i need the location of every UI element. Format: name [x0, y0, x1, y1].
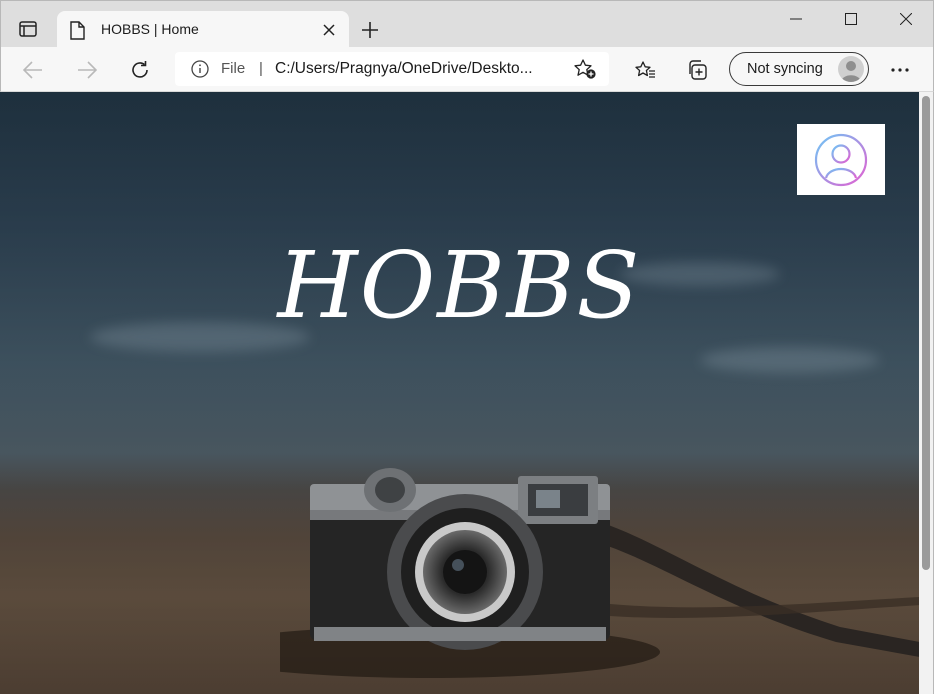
browser-toolbar: File | C:/Users/Pragnya/OneDrive/Deskto.… — [0, 47, 934, 92]
more-icon[interactable] — [885, 55, 915, 85]
address-bar[interactable]: File | C:/Users/Pragnya/OneDrive/Deskto.… — [175, 52, 609, 86]
profile-button[interactable] — [797, 124, 885, 195]
camera-photo — [280, 468, 919, 678]
sync-label: Not syncing — [747, 61, 823, 77]
plus-icon[interactable] — [357, 17, 383, 43]
page-scrollbar[interactable] — [919, 92, 934, 694]
add-favorite-icon[interactable] — [573, 58, 597, 84]
tab-title: HOBBS | Home — [101, 21, 199, 37]
info-icon[interactable] — [191, 60, 209, 82]
sync-status-button[interactable]: Not syncing — [729, 52, 869, 86]
maximize-icon[interactable] — [828, 5, 874, 33]
address-separator: | — [259, 60, 263, 77]
close-icon[interactable] — [319, 20, 339, 40]
address-scheme-label: File — [221, 60, 246, 77]
favorites-icon[interactable] — [630, 55, 660, 85]
background-cloud — [700, 347, 880, 373]
tab-actions-icon[interactable] — [15, 16, 41, 42]
minimize-icon[interactable] — [773, 5, 819, 33]
scrollbar-thumb[interactable] — [922, 96, 930, 570]
reload-icon[interactable] — [125, 55, 155, 85]
browser-titlebar: HOBBS | Home — [0, 0, 934, 49]
collections-icon[interactable] — [682, 55, 712, 85]
hero-section: HOBBS — [0, 92, 919, 694]
tab-hobbs-home[interactable]: HOBBS | Home — [57, 11, 349, 49]
back-arrow-icon[interactable] — [18, 55, 48, 85]
page-icon — [69, 21, 85, 44]
forward-arrow-icon[interactable] — [72, 55, 102, 85]
window-close-icon[interactable] — [883, 5, 929, 33]
user-circle-icon — [814, 133, 868, 186]
address-url[interactable]: C:/Users/Pragnya/OneDrive/Deskto... — [275, 60, 557, 78]
hero-title: HOBBS — [277, 232, 642, 339]
profile-avatar-icon — [838, 56, 864, 82]
